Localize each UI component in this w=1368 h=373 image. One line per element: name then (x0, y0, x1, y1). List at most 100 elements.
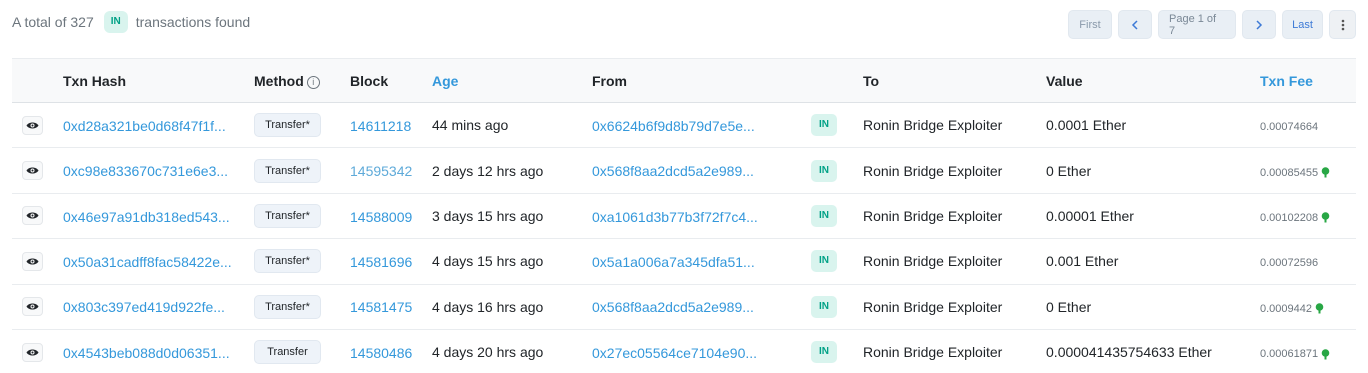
transactions-found-text: transactions found (135, 14, 251, 30)
gas-fee-icon[interactable] (1321, 349, 1330, 360)
transactions-table: Txn Hash Method i Block Age From To Value… (12, 58, 1356, 373)
txn-hash-link[interactable]: 0xd28a321be0d68f47f1f... (63, 118, 226, 134)
txn-hash-link[interactable]: 0x50a31cadff8fac58422e... (63, 254, 232, 270)
first-page-button[interactable]: First (1068, 10, 1112, 39)
txn-fee-text: 0.0009442 (1260, 302, 1312, 315)
from-address-link[interactable]: 0x5a1a006a7a345dfa51... (592, 254, 755, 270)
txn-hash-link[interactable]: 0x803c397ed419d922fe... (63, 299, 225, 315)
preview-cell (12, 103, 63, 148)
chevron-left-icon (1131, 19, 1138, 30)
block-link[interactable]: 14581696 (350, 254, 412, 270)
fee-cell: 0.00061871 (1260, 329, 1356, 373)
block-cell: 14581696 (350, 239, 432, 284)
header-age[interactable]: Age (432, 59, 592, 103)
block-link[interactable]: 14581475 (350, 299, 412, 315)
age-cell: 4 days 15 hrs ago (432, 253, 544, 270)
method-badge: Transfer* (254, 203, 321, 228)
direction-cell: IN (811, 148, 863, 193)
to-cell: Ronin Bridge Exploiter (863, 162, 1003, 179)
block-cell: 14611218 (350, 103, 432, 148)
txn-hash-cell: 0x46e97a91db318ed543... (63, 193, 254, 238)
header-txn-fee[interactable]: Txn Fee (1260, 59, 1356, 103)
more-vertical-icon (1341, 19, 1344, 30)
direction-badge: IN (811, 204, 837, 227)
value-decimal: Ether (1053, 162, 1092, 179)
eye-icon[interactable] (22, 342, 43, 362)
direction-badge: IN (811, 341, 837, 364)
fee-cell: 0.0009442 (1260, 284, 1356, 329)
value-cell: 0 Ether (1046, 148, 1260, 193)
table-row: 0x4543beb088d0d06351... Transfer 1458048… (12, 329, 1356, 373)
txn-hash-cell: 0x803c397ed419d922fe... (63, 284, 254, 329)
table-row: 0x803c397ed419d922fe... Transfer* 145814… (12, 284, 1356, 330)
from-address-link[interactable]: 0xa1061d3b77b3f72f7c4... (592, 209, 758, 225)
eye-icon[interactable] (22, 206, 43, 226)
value-cell: 0.001 Ether (1046, 239, 1260, 284)
value-integer: 0 (1046, 298, 1054, 315)
from-address-link[interactable]: 0x27ec05564ce7104e90... (592, 345, 757, 361)
direction-badge: IN (811, 250, 837, 273)
direction-cell: IN (811, 239, 863, 284)
info-icon[interactable]: i (306, 75, 320, 89)
header-preview (12, 59, 63, 103)
eye-icon[interactable] (22, 297, 43, 317)
more-options-button[interactable] (1329, 10, 1356, 39)
pagination: First Page 1 of 7 Last (1068, 10, 1356, 39)
direction-cell: IN (811, 103, 863, 148)
from-cell: 0x568f8aa2dcd5a2e989... (592, 148, 811, 193)
block-link[interactable]: 14595342 (350, 163, 412, 179)
txn-fee-text: 0.00085455 (1260, 166, 1319, 179)
from-address-link[interactable]: 0x6624b6f9d8b79d7e5e... (592, 118, 755, 134)
age-cell: 3 days 15 hrs ago (432, 207, 544, 224)
header-method: Method i (254, 59, 350, 103)
from-address-link[interactable]: 0x568f8aa2dcd5a2e989... (592, 163, 754, 179)
from-cell: 0x6624b6f9d8b79d7e5e... (592, 103, 811, 148)
from-cell: 0x5a1a006a7a345dfa51... (592, 239, 811, 284)
table-row: 0xd28a321be0d68f47f1f... Transfer* 14611… (12, 103, 1356, 148)
value-cell: 0.000041435754633 Ether (1046, 329, 1260, 373)
block-cell: 14581475 (350, 284, 432, 329)
gas-fee-icon[interactable] (1315, 303, 1324, 314)
header-to: To (863, 72, 880, 89)
preview-cell (12, 193, 63, 238)
eye-icon[interactable] (22, 115, 43, 135)
block-cell: 14595342 (350, 148, 432, 193)
fee-cell: 0.00085455 (1260, 148, 1356, 193)
block-link[interactable]: 14611218 (350, 118, 411, 134)
value-cell: 0 Ether (1046, 284, 1260, 329)
method-cell: Transfer* (254, 148, 350, 193)
block-link[interactable]: 14580486 (350, 345, 412, 361)
value-decimal: 000041435754633 Ether (1057, 344, 1212, 361)
results-header: A total of 327 IN transactions found Fir… (0, 0, 1368, 50)
txn-hash-link[interactable]: 0x4543beb088d0d06351... (63, 345, 230, 361)
previous-page-button[interactable] (1118, 10, 1152, 39)
gas-fee-icon[interactable] (1321, 212, 1330, 223)
method-cell: Transfer* (254, 103, 350, 148)
from-address-link[interactable]: 0x568f8aa2dcd5a2e989... (592, 299, 754, 315)
to-cell: Ronin Bridge Exploiter (863, 298, 1003, 315)
results-summary: A total of 327 IN transactions found (12, 11, 250, 33)
txn-fee-text: 0.00102208 (1260, 211, 1319, 224)
chevron-right-icon (1256, 19, 1263, 30)
direction-filter-badge: IN (103, 11, 128, 33)
next-page-button[interactable] (1242, 10, 1276, 39)
txn-hash-cell: 0x4543beb088d0d06351... (63, 329, 254, 373)
gas-fee-icon[interactable] (1321, 167, 1330, 178)
table-header-row: Txn Hash Method i Block Age From To Value… (12, 58, 1356, 103)
block-link[interactable]: 14588009 (350, 209, 412, 225)
last-page-button[interactable]: Last (1282, 10, 1323, 39)
value-integer: 0. (1046, 253, 1058, 270)
eye-icon[interactable] (22, 161, 43, 181)
direction-cell: IN (811, 193, 863, 238)
header-block: Block (350, 72, 389, 89)
txn-hash-cell: 0xd28a321be0d68f47f1f... (63, 103, 254, 148)
block-cell: 14580486 (350, 329, 432, 373)
value-decimal: 00001 Ether (1057, 207, 1134, 224)
eye-icon[interactable] (22, 251, 43, 271)
txn-hash-link[interactable]: 0x46e97a91db318ed543... (63, 209, 230, 225)
fee-cell: 0.00102208 (1260, 193, 1356, 238)
value-cell: 0.0001 Ether (1046, 103, 1260, 148)
txn-hash-link[interactable]: 0xc98e833670c731e6e3... (63, 163, 228, 179)
direction-badge: IN (811, 114, 837, 137)
value-cell: 0.00001 Ether (1046, 193, 1260, 238)
